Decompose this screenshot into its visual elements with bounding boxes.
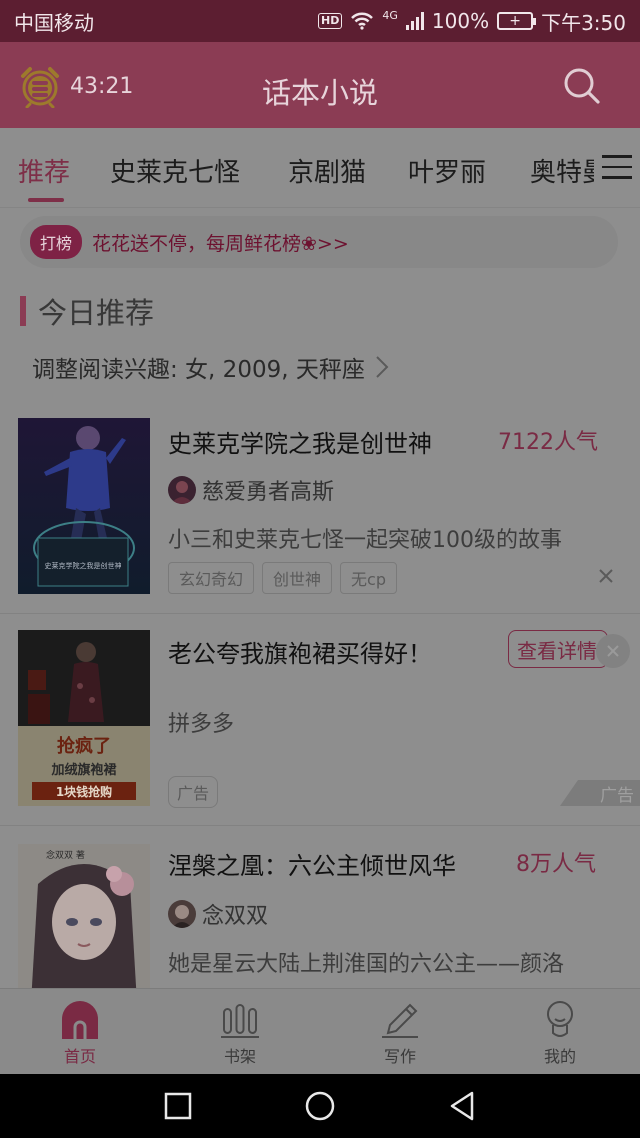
alarm-clock-icon xyxy=(21,67,59,108)
book-title: 涅槃之凰：六公主倾世风华 xyxy=(168,852,456,880)
interest-text: 调整阅读兴趣: 女, 2009, 天秤座 xyxy=(32,357,365,383)
nav-bookshelf[interactable]: 书架 xyxy=(160,989,320,1074)
section-accent-bar xyxy=(20,296,26,326)
back-icon[interactable] xyxy=(448,1090,476,1122)
book-description: 她是星云大陆上荆淮国的六公主——颜洛 xyxy=(168,952,565,977)
adjust-interest-link[interactable]: 调整阅读兴趣: 女, 2009, 天秤座 xyxy=(32,350,389,384)
ad-image-subline: 加绒旗袍裙 xyxy=(50,762,116,778)
cover-title-text: 史莱克学院之我是创世神 xyxy=(45,561,122,570)
nav-home[interactable]: 首页 xyxy=(0,989,160,1074)
tab-peking-opera-cat[interactable]: 京剧猫 xyxy=(288,152,366,189)
book-cover: 史莱克学院之我是创世神 xyxy=(18,418,150,594)
network-type: 4G xyxy=(382,8,398,22)
ranking-banner[interactable]: 打榜 花花送不停，每周鲜花榜❀>> xyxy=(20,216,618,268)
close-icon[interactable] xyxy=(596,566,616,586)
timer-text: 43:21 xyxy=(70,73,134,99)
cover-author-text: 念双双 著 xyxy=(46,849,85,861)
nav-write[interactable]: 写作 xyxy=(320,989,480,1074)
category-tabs: 推荐 史莱克七怪 京剧猫 叶罗丽 奥特曼 xyxy=(0,128,640,208)
tag[interactable]: 无cp xyxy=(340,562,397,594)
author-row: 慈爱勇者高斯 xyxy=(168,474,334,506)
system-navigation-bar xyxy=(0,1074,640,1138)
bottom-navigation: 首页 书架 写作 我的 xyxy=(0,988,640,1074)
book-title: 史莱克学院之我是创世神 xyxy=(168,430,432,458)
ad-image: 抢疯了 加绒旗袍裙 1块钱抢购 xyxy=(18,630,150,806)
author-name: 慈爱勇者高斯 xyxy=(202,480,335,505)
chevron-right-icon xyxy=(376,356,389,378)
carrier-name: 中国移动 xyxy=(14,10,94,35)
ad-image-price: 1块钱抢购 xyxy=(56,784,112,799)
banner-badge: 打榜 xyxy=(30,225,83,259)
banner-text: 花花送不停，每周鲜花榜❀>> xyxy=(92,232,349,255)
recent-apps-icon[interactable] xyxy=(164,1090,192,1122)
popularity-count: 7122人气 xyxy=(498,430,598,455)
book-card[interactable]: 念双双 著 涅槃之凰：六公主倾世风华 8万人气 念双双 她是星云大陆上荆淮国的六… xyxy=(0,826,640,988)
ad-corner-text: 广告 xyxy=(600,785,634,806)
author-avatar xyxy=(168,900,196,928)
battery-icon: + xyxy=(497,12,537,30)
nav-label: 写作 xyxy=(383,1047,416,1066)
tag[interactable]: 创世神 xyxy=(262,562,333,594)
app-header: 43:21 话本小说 xyxy=(0,42,640,128)
close-icon xyxy=(607,645,619,657)
author-name: 念双双 xyxy=(202,904,269,929)
tag[interactable]: 玄幻奇幻 xyxy=(168,562,255,594)
clock: 下午3:50 xyxy=(541,10,626,35)
nav-label: 我的 xyxy=(543,1047,576,1066)
ad-tag: 广告 xyxy=(168,776,219,808)
ad-close-button[interactable] xyxy=(596,634,630,668)
book-cover: 念双双 著 xyxy=(18,844,150,988)
search-icon[interactable] xyxy=(562,66,602,106)
tab-ye-luo-li[interactable]: 叶罗丽 xyxy=(408,152,486,189)
book-card[interactable]: 史莱克学院之我是创世神 史莱克学院之我是创世神 7122人气 慈爱勇者高斯 小三… xyxy=(0,404,640,614)
profile-icon xyxy=(547,1001,573,1037)
home-icon xyxy=(62,1001,98,1039)
reading-timer[interactable]: 43:21 xyxy=(18,64,133,108)
home-circle-icon[interactable] xyxy=(304,1090,336,1122)
author-row: 念双双 xyxy=(168,898,268,930)
status-bar: 中国移动 HD 4G 100% + 下午3:50 xyxy=(0,0,640,42)
pen-icon xyxy=(382,1003,418,1038)
menu-icon[interactable] xyxy=(594,142,640,192)
hd-badge: HD xyxy=(318,13,343,29)
popularity-count: 8万人气 xyxy=(516,852,596,877)
section-title: 今日推荐 xyxy=(38,296,155,330)
ad-title: 老公夸我旗袍裙买得好！ xyxy=(168,640,432,668)
tag-list: 玄幻奇幻 创世神 无cp xyxy=(168,562,397,594)
nav-profile[interactable]: 我的 xyxy=(480,989,640,1074)
author-avatar xyxy=(168,476,196,504)
battery-percent: 100% xyxy=(431,9,490,33)
wifi-icon xyxy=(351,12,374,30)
active-tab-indicator xyxy=(28,198,64,202)
section-header: 今日推荐 xyxy=(20,290,154,332)
tab-shrek-seven[interactable]: 史莱克七怪 xyxy=(110,152,240,189)
bookshelf-icon xyxy=(221,1004,259,1038)
ad-image-headline: 抢疯了 xyxy=(57,735,111,757)
tab-recommend[interactable]: 推荐 xyxy=(18,152,70,189)
nav-label: 首页 xyxy=(63,1047,96,1066)
book-description: 小三和史莱克七怪一起突破100级的故事 xyxy=(168,528,562,553)
ad-sponsor: 拼多多 xyxy=(168,712,235,737)
signal-icon xyxy=(405,12,424,30)
view-details-button[interactable]: 查看详情 xyxy=(508,630,608,668)
nav-label: 书架 xyxy=(223,1047,256,1066)
